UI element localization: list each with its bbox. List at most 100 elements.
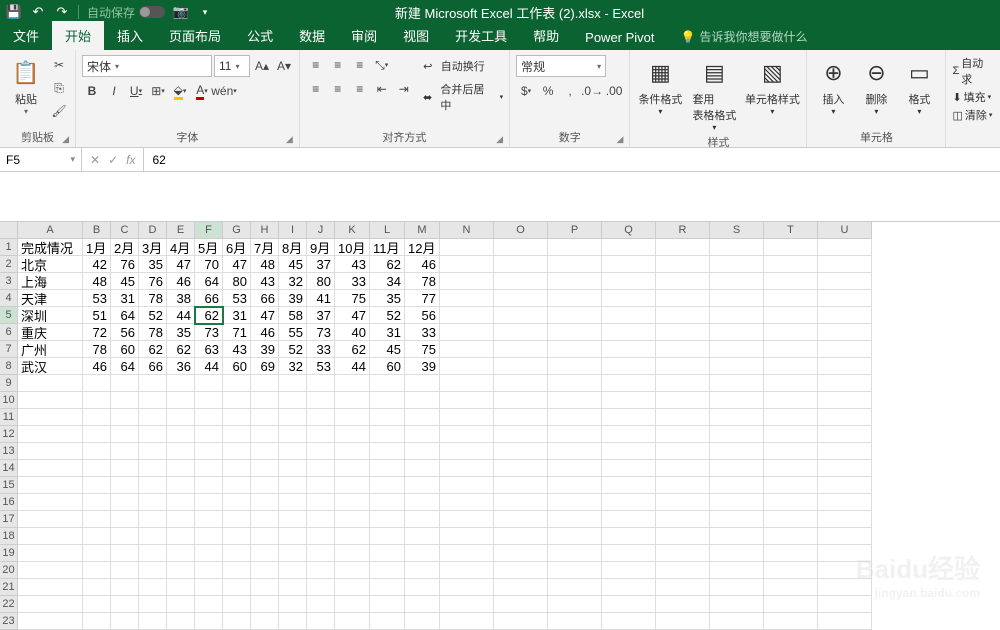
cell[interactable] [494,494,548,511]
cell[interactable]: 80 [223,273,251,290]
cell[interactable] [279,460,307,477]
cell[interactable] [251,443,279,460]
cell[interactable] [710,409,764,426]
cell[interactable] [83,426,111,443]
cell[interactable]: 48 [83,273,111,290]
cell[interactable]: 45 [370,341,405,358]
cell[interactable] [494,443,548,460]
align-right-icon[interactable]: ≡ [350,79,370,99]
cell[interactable] [710,273,764,290]
cell[interactable] [18,528,83,545]
cell[interactable] [710,460,764,477]
cell[interactable] [656,460,710,477]
cell[interactable] [307,579,335,596]
underline-button[interactable]: U▾ [126,81,146,101]
cell[interactable]: 62 [139,341,167,358]
cell[interactable] [602,562,656,579]
cell[interactable] [223,528,251,545]
cell[interactable]: 73 [195,324,223,341]
cell[interactable]: 32 [279,273,307,290]
cell[interactable] [494,290,548,307]
cell[interactable]: 52 [139,307,167,324]
cell[interactable] [656,392,710,409]
col-header-G[interactable]: G [223,222,251,238]
undo-icon[interactable]: ↶ [30,4,46,20]
cell[interactable]: 35 [167,324,195,341]
cell[interactable] [335,392,370,409]
align-bottom-icon[interactable]: ≡ [350,55,370,75]
cell[interactable] [440,426,494,443]
italic-button[interactable]: I [104,81,124,101]
cell[interactable]: 39 [405,358,440,375]
cell[interactable] [370,426,405,443]
cell[interactable] [251,409,279,426]
row-header-10[interactable]: 10 [0,392,17,409]
cell[interactable]: 62 [335,341,370,358]
cell[interactable] [18,426,83,443]
cell[interactable] [18,375,83,392]
cell[interactable]: 33 [307,341,335,358]
cell[interactable] [710,341,764,358]
cell[interactable]: 32 [279,358,307,375]
cell[interactable] [818,392,872,409]
cell[interactable] [602,392,656,409]
row-header-6[interactable]: 6 [0,324,17,341]
cell[interactable] [370,562,405,579]
cell[interactable] [656,307,710,324]
row-header-20[interactable]: 20 [0,562,17,579]
cell[interactable]: 55 [279,324,307,341]
cell[interactable] [818,341,872,358]
cell[interactable] [548,375,602,392]
cell[interactable] [602,324,656,341]
cell[interactable] [548,613,602,630]
cell[interactable]: 33 [405,324,440,341]
col-header-S[interactable]: S [710,222,764,238]
cell[interactable] [656,273,710,290]
cell[interactable] [818,528,872,545]
cell[interactable] [494,511,548,528]
cell[interactable] [111,460,139,477]
col-header-J[interactable]: J [307,222,335,238]
cell[interactable] [710,528,764,545]
row-header-13[interactable]: 13 [0,443,17,460]
cell[interactable] [279,409,307,426]
col-header-N[interactable]: N [440,222,494,238]
cell[interactable] [764,273,818,290]
cell[interactable] [83,409,111,426]
row-header-1[interactable]: 1 [0,239,17,256]
cell[interactable]: 56 [111,324,139,341]
name-box[interactable]: F5▾ [0,148,82,171]
cell[interactable] [494,528,548,545]
cell[interactable] [548,409,602,426]
cell[interactable]: 60 [370,358,405,375]
cell[interactable]: 66 [139,358,167,375]
cell[interactable] [818,579,872,596]
number-format-combo[interactable]: 常规▾ [516,55,606,77]
cell[interactable] [818,613,872,630]
cell[interactable] [656,239,710,256]
cell[interactable]: 62 [195,307,223,324]
cell[interactable] [18,562,83,579]
cell[interactable] [548,256,602,273]
cell[interactable] [440,375,494,392]
cell[interactable] [656,324,710,341]
cell[interactable] [279,545,307,562]
col-header-C[interactable]: C [111,222,139,238]
cell[interactable] [279,511,307,528]
align-top-icon[interactable]: ≡ [306,55,326,75]
cell[interactable] [223,443,251,460]
align-left-icon[interactable]: ≡ [306,79,326,99]
cell[interactable] [279,477,307,494]
cell[interactable] [548,341,602,358]
cell[interactable]: 12月 [405,239,440,256]
qat-customize-icon[interactable]: ▾ [197,4,213,20]
cell[interactable] [195,392,223,409]
align-middle-icon[interactable]: ≡ [328,55,348,75]
cell[interactable]: 北京 [18,256,83,273]
cell[interactable] [307,443,335,460]
cell[interactable] [494,579,548,596]
decrease-decimal-icon[interactable]: .00 [604,81,624,101]
col-header-M[interactable]: M [405,222,440,238]
paste-button[interactable]: 📋 粘贴 ▾ [6,53,46,116]
cell[interactable]: 广州 [18,341,83,358]
